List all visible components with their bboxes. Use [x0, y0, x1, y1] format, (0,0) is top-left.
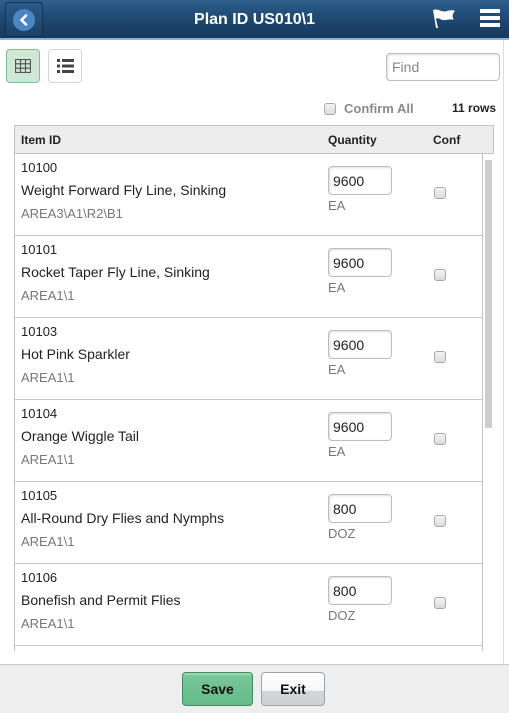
confirm-checkbox[interactable]: [434, 351, 446, 363]
confirm-all-checkbox[interactable]: [324, 102, 336, 115]
table-row: 10101 Rocket Taper Fly Line, Sinking ARE…: [15, 236, 482, 318]
table-row: 10104 Orange Wiggle Tail AREA1\1 EA: [15, 400, 482, 482]
item-description: Bonefish and Permit Flies: [21, 592, 181, 608]
item-id: 10101: [21, 242, 58, 257]
table-row: 10103 Hot Pink Sparkler AREA1\1 EA: [15, 318, 482, 400]
item-description: Orange Wiggle Tail: [21, 428, 140, 444]
unit-of-measure: DOZ: [328, 608, 356, 623]
quantity-input[interactable]: [328, 248, 392, 277]
item-location: AREA1\1: [21, 452, 75, 467]
item-location: AREA1\1: [21, 534, 75, 549]
item-id: 10106: [21, 570, 58, 585]
table-body: 10100 Weight Forward Fly Line, Sinking A…: [15, 154, 483, 651]
confirm-checkbox[interactable]: [434, 433, 446, 445]
save-button[interactable]: Save: [182, 672, 253, 706]
item-id: 10104: [21, 406, 58, 421]
confirm-checkbox[interactable]: [434, 269, 446, 281]
table-row: 10106 Bonefish and Permit Flies AREA1\1 …: [15, 564, 482, 646]
list-view-icon: [56, 59, 74, 73]
item-id: 10105: [21, 488, 58, 503]
item-description: Rocket Taper Fly Line, Sinking: [21, 264, 210, 280]
unit-of-measure: EA: [328, 198, 346, 213]
table-row: 10105 All-Round Dry Flies and Nymphs ARE…: [15, 482, 482, 564]
unit-of-measure: EA: [328, 362, 346, 377]
footer-bar: [0, 664, 509, 713]
confirm-checkbox[interactable]: [434, 515, 446, 527]
item-id: 10100: [21, 160, 58, 175]
quantity-input[interactable]: [328, 330, 392, 359]
quantity-input[interactable]: [328, 412, 392, 441]
column-header-quantity: Quantity: [328, 133, 377, 147]
column-header-item-id: Item ID: [21, 133, 62, 147]
item-location: AREA1\1: [21, 370, 75, 385]
item-location: AREA1\1: [21, 616, 75, 631]
unit-of-measure: DOZ: [328, 526, 356, 541]
confirm-all-label: Confirm All: [344, 101, 414, 116]
grid-view-button[interactable]: [6, 49, 40, 83]
item-description: Hot Pink Sparkler: [21, 346, 130, 362]
confirm-all-control[interactable]: Confirm All: [324, 101, 414, 116]
item-location: AREA3\A1\R2\B1: [21, 206, 123, 221]
item-id: 10103: [21, 324, 58, 339]
unit-of-measure: EA: [328, 280, 346, 295]
rows-count: 11 rows: [452, 101, 497, 115]
quantity-input[interactable]: [328, 576, 392, 605]
grid-view-icon: [15, 59, 31, 73]
page: Plan ID US010\1 Confirm All 11 rows: [0, 0, 509, 713]
page-edge: [503, 40, 509, 665]
item-description: Weight Forward Fly Line, Sinking: [21, 182, 227, 198]
table-row: 10100 Weight Forward Fly Line, Sinking A…: [15, 154, 482, 236]
unit-of-measure: EA: [328, 444, 346, 459]
flag-icon[interactable]: [431, 8, 457, 30]
table-scrollbar[interactable]: [485, 160, 492, 428]
items-table: Item ID Quantity Conf 10100 Weight Forwa…: [14, 125, 494, 651]
confirm-checkbox[interactable]: [434, 597, 446, 609]
find-input[interactable]: [386, 53, 500, 81]
list-view-button[interactable]: [48, 49, 82, 83]
header-bar: Plan ID US010\1: [0, 0, 509, 40]
item-description: All-Round Dry Flies and Nymphs: [21, 510, 225, 526]
quantity-input[interactable]: [328, 494, 392, 523]
hamburger-menu-icon[interactable]: [480, 9, 500, 27]
quantity-input[interactable]: [328, 166, 392, 195]
table-header: Item ID Quantity Conf: [15, 125, 494, 154]
item-location: AREA1\1: [21, 288, 75, 303]
column-header-conf: Conf: [433, 133, 461, 147]
exit-button[interactable]: Exit: [261, 672, 325, 706]
confirm-checkbox[interactable]: [434, 187, 446, 199]
